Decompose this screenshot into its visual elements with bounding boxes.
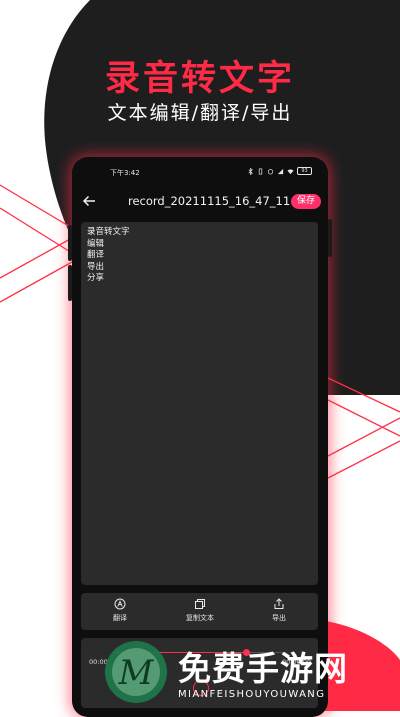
export-label: 导出 [272, 614, 286, 622]
watermark-logo-icon: M [105, 641, 167, 703]
phone-power-button [328, 219, 332, 257]
transcript-line: 翻译 [87, 250, 105, 260]
transcript-text[interactable]: 录音转文字 编辑 翻译 导出 分享 [87, 227, 130, 285]
transcript-line: 录音转文字 [87, 227, 130, 237]
bluetooth-icon [248, 167, 253, 175]
promo-title: 录音转文字 [104, 59, 295, 99]
translate-icon [114, 598, 126, 610]
status-time: 下午3:42 [110, 169, 140, 177]
translate-button[interactable]: 翻译 [95, 598, 145, 623]
watermark-logo-letter: M [118, 653, 155, 693]
copy-text-label: 复制文本 [186, 614, 214, 622]
action-toolbar: 翻译 复制文本 导出 [81, 593, 318, 630]
translate-label: 翻译 [113, 614, 127, 622]
signal-icon [277, 168, 284, 174]
transcript-line: 导出 [87, 261, 105, 272]
watermark-subtitle: MIANFEISHOUYOUWANG [178, 689, 326, 700]
status-bar: 下午3:42 93 [72, 166, 328, 180]
save-button[interactable]: 保存 [291, 194, 322, 209]
alarm-icon [267, 168, 274, 174]
transcript-line: 分享 [87, 273, 105, 283]
wifi-icon [287, 168, 294, 174]
battery-icon: 93 [297, 167, 312, 175]
status-icons: 93 [247, 167, 312, 175]
watermark-title: 免费手游网 [178, 649, 348, 688]
share-export-icon [274, 598, 284, 609]
export-button[interactable]: 导出 [254, 598, 304, 623]
transcript-editor[interactable]: 录音转文字 编辑 翻译 导出 分享 [81, 222, 318, 585]
app-bar: record_20211115_16_47_11 保存 [72, 191, 328, 213]
recording-file-title: record_20211115_16_47_11 [128, 194, 291, 208]
phone-volume-button [68, 265, 72, 301]
copy-icon [195, 599, 205, 609]
phone-frame: 下午3:42 93 record_20211115_16_47_11 保存 录音… [68, 157, 332, 717]
back-arrow-icon[interactable] [81, 193, 97, 209]
copy-text-button[interactable]: 复制文本 [175, 598, 225, 623]
vibrate-icon [258, 168, 263, 174]
promo-subtitle: 文本编辑/翻译/导出 [107, 102, 293, 124]
transcript-line: 编辑 [87, 238, 105, 249]
phone-volume-button [68, 225, 72, 261]
